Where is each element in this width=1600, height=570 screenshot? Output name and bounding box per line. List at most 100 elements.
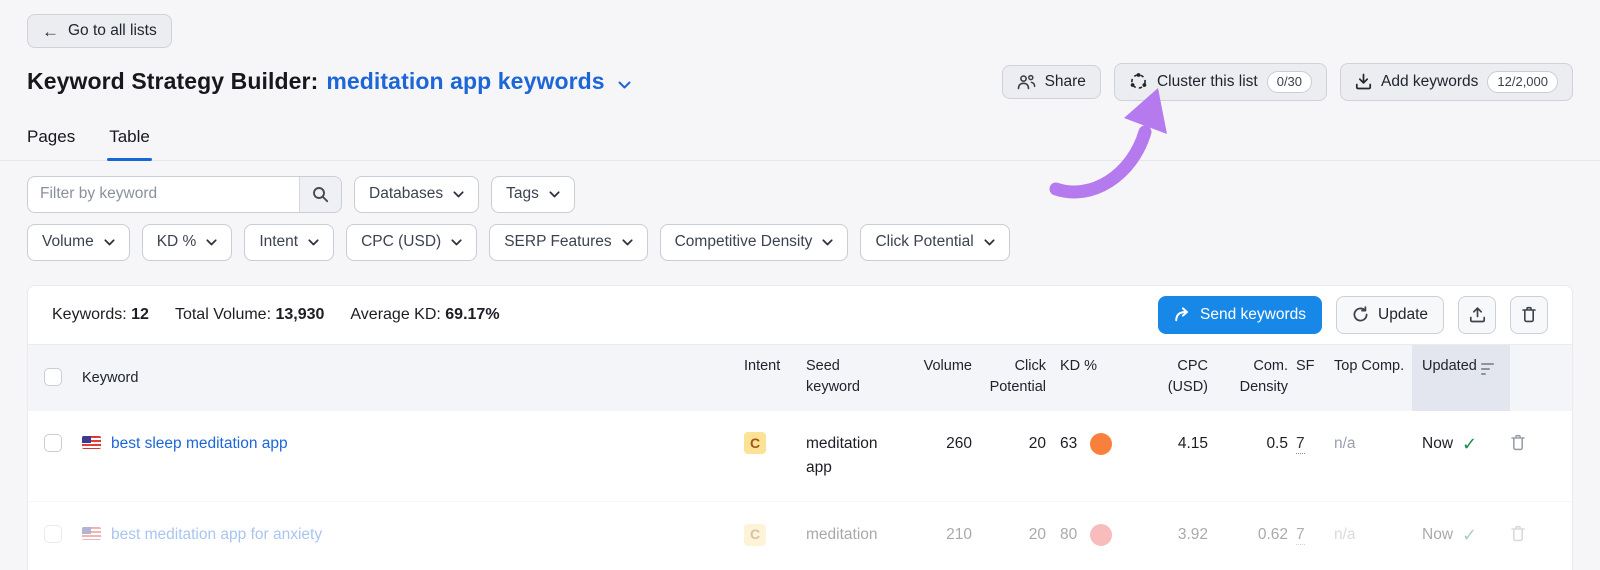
update-button[interactable]: Update <box>1336 295 1444 334</box>
share-button[interactable]: Share <box>1001 64 1101 99</box>
databases-label: Databases <box>369 185 444 203</box>
add-keywords-button[interactable]: Add keywords 12/2,000 <box>1340 63 1573 101</box>
serp-features-filter-dropdown[interactable]: SERP Features <box>489 223 648 261</box>
intent-filter-dropdown[interactable]: Intent <box>244 223 335 261</box>
sf-value[interactable]: 7 <box>1296 525 1305 545</box>
refresh-icon <box>1353 306 1368 322</box>
add-keywords-counter-badge: 12/2,000 <box>1487 71 1558 93</box>
col-top-comp[interactable]: Top Comp. <box>1334 345 1412 409</box>
total-volume-value: 13,930 <box>275 305 325 323</box>
intent-commercial-badge[interactable]: C <box>744 432 766 455</box>
row-trash-icon[interactable] <box>1510 525 1526 542</box>
updated-value: Now <box>1422 525 1454 543</box>
col-seed-keyword[interactable]: Seed keyword <box>806 345 894 411</box>
table-header-row: Keyword Intent Seed keyword Volume Click… <box>28 343 1572 411</box>
tab-table[interactable]: Table <box>107 127 152 161</box>
cluster-this-list-button[interactable]: Cluster this list 0/30 <box>1113 63 1328 101</box>
updated-cell: Now ✓ <box>1412 502 1510 568</box>
list-name-dropdown[interactable]: meditation app keywords <box>326 68 604 94</box>
cpc-filter-dropdown[interactable]: CPC (USD) <box>346 223 478 261</box>
title-row: Keyword Strategy Builder: meditation app … <box>0 63 1600 101</box>
col-updated[interactable]: Updated <box>1412 344 1510 411</box>
search-button[interactable] <box>299 176 341 212</box>
col-actions <box>1510 345 1572 409</box>
kd-filter-dropdown[interactable]: KD % <box>141 223 233 261</box>
kd-difficulty-dot <box>1090 523 1113 546</box>
volume-cell: 210 <box>946 525 972 543</box>
row-checkbox-cell <box>28 502 82 564</box>
click-potential-cell: 20 <box>1028 525 1046 543</box>
send-keywords-label: Send keywords <box>1200 305 1307 323</box>
keyword-cell: best meditation app for anxiety <box>82 502 744 568</box>
average-kd-label: Average KD: <box>350 305 441 323</box>
col-updated-label: Updated <box>1422 357 1477 374</box>
keyword-link[interactable]: best meditation app for anxiety <box>111 523 322 547</box>
us-flag-icon <box>82 526 101 540</box>
table-row: best sleep meditation app C meditation a… <box>28 410 1572 501</box>
total-volume-label: Total Volume: <box>174 305 272 323</box>
average-kd: Average KD: 69.17% <box>350 306 499 324</box>
competitive-density-filter-dropdown[interactable]: Competitive Density <box>659 223 849 261</box>
total-volume: Total Volume: 13,930 <box>175 306 324 324</box>
back-arrow-icon: ← <box>42 21 59 41</box>
export-icon <box>1469 307 1485 323</box>
sf-cell: 7 <box>1288 411 1334 477</box>
intent-commercial-badge[interactable]: C <box>744 523 766 546</box>
serp-features-filter-label: SERP Features <box>504 233 612 251</box>
row-actions-cell <box>1510 411 1572 480</box>
databases-dropdown[interactable]: Databases <box>354 175 480 213</box>
cluster-counter-badge: 0/30 <box>1266 71 1313 93</box>
send-arrow-icon <box>1175 307 1189 322</box>
col-intent[interactable]: Intent <box>744 345 806 409</box>
volume-filter-dropdown[interactable]: Volume <box>27 223 130 261</box>
col-sf[interactable]: SF <box>1288 345 1334 409</box>
row-actions-cell <box>1510 502 1572 570</box>
kd-difficulty-dot <box>1090 432 1113 455</box>
delete-list-button[interactable] <box>1510 295 1548 334</box>
keyword-link[interactable]: best sleep meditation app <box>111 432 288 456</box>
keyword-filter-input[interactable] <box>28 176 299 212</box>
select-all-checkbox[interactable] <box>44 367 62 386</box>
seed-keyword-cell: meditation app <box>806 434 878 476</box>
row-checkbox-cell <box>28 411 82 473</box>
col-kd[interactable]: KD % <box>1046 345 1134 409</box>
cluster-label: Cluster this list <box>1156 72 1258 90</box>
tab-pages[interactable]: Pages <box>27 127 75 160</box>
sf-cell: 7 <box>1288 502 1334 568</box>
chevron-down-icon <box>622 238 633 245</box>
average-kd-value: 69.17% <box>445 305 500 323</box>
export-button[interactable] <box>1458 295 1496 334</box>
sf-value[interactable]: 7 <box>1296 434 1305 454</box>
row-checkbox[interactable] <box>44 433 62 452</box>
col-volume[interactable]: Volume <box>894 345 972 409</box>
keyword-cell: best sleep meditation app <box>82 411 744 477</box>
top-comp-cell: n/a <box>1334 434 1356 452</box>
tags-label: Tags <box>506 185 539 203</box>
tags-dropdown[interactable]: Tags <box>491 175 575 213</box>
row-checkbox[interactable] <box>44 524 62 543</box>
col-keyword[interactable]: Keyword <box>82 345 744 409</box>
row-trash-icon[interactable] <box>1510 434 1526 451</box>
cpc-cell: 3.92 <box>1177 525 1208 543</box>
back-row: ← Go to all lists <box>0 0 1600 48</box>
go-to-all-lists-button[interactable]: ← Go to all lists <box>27 14 172 48</box>
chevron-down-icon <box>453 190 464 197</box>
click-potential-filter-dropdown[interactable]: Click Potential <box>860 223 1010 261</box>
send-keywords-button[interactable]: Send keywords <box>1158 295 1323 334</box>
updated-value: Now <box>1422 434 1454 452</box>
go-to-all-lists-label: Go to all lists <box>68 22 157 39</box>
keywords-count-value: 12 <box>131 305 149 323</box>
chevron-down-icon[interactable] <box>618 81 631 89</box>
col-cpc[interactable]: CPC (USD) <box>1134 345 1208 411</box>
col-com-density[interactable]: Com. Density <box>1208 345 1288 411</box>
click-potential-cell: 20 <box>1028 434 1046 452</box>
filter-row-secondary: Volume KD % Intent CPC (USD) SERP Featur… <box>0 223 1600 261</box>
tabs: Pages Table <box>0 127 1600 161</box>
keywords-count-label: Keywords: <box>52 305 127 323</box>
click-potential-filter-label: Click Potential <box>875 233 974 251</box>
col-click-potential[interactable]: Click Potential <box>972 345 1046 411</box>
chevron-down-icon <box>984 238 995 245</box>
kd-cell: 80 <box>1046 502 1134 568</box>
import-icon <box>1355 73 1372 90</box>
update-label: Update <box>1378 305 1428 323</box>
